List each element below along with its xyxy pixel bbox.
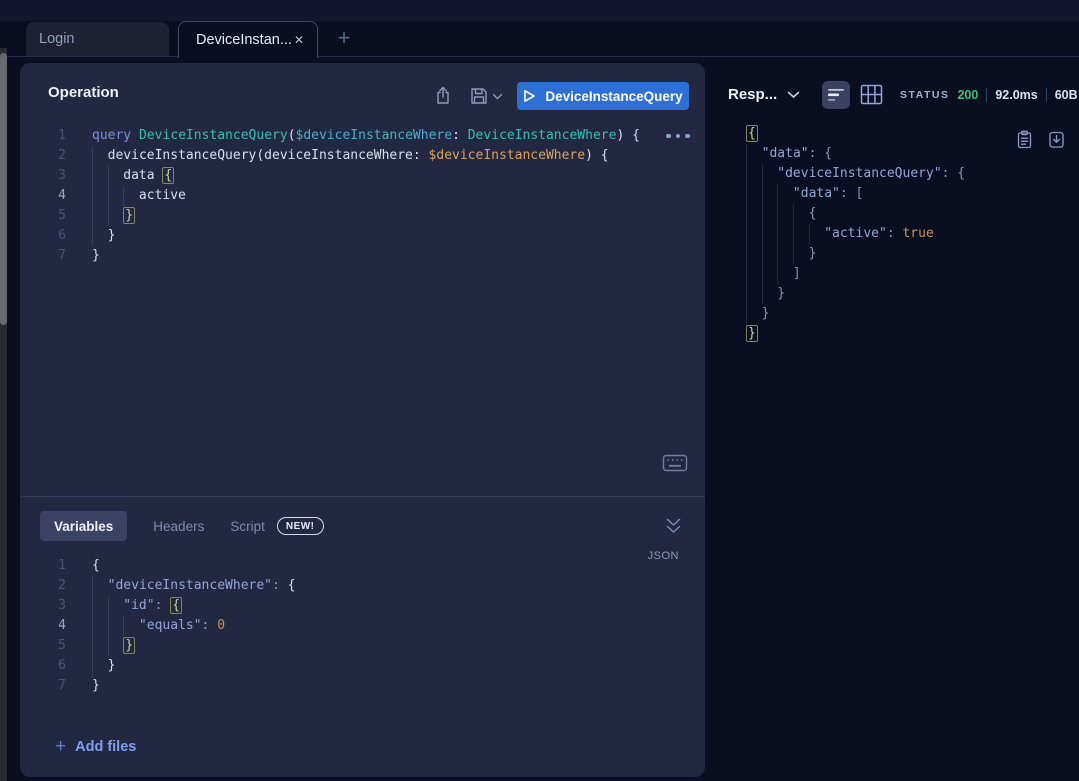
line-number: 6 xyxy=(20,226,66,246)
code-line: } xyxy=(740,324,1070,344)
share-button[interactable] xyxy=(434,86,452,105)
add-files-button[interactable]: + Add files xyxy=(55,737,136,756)
run-query-label: DeviceInstanceQuery xyxy=(545,89,682,104)
line-number: 7 xyxy=(20,246,66,266)
response-status-bar: STATUS 200 92.0ms 60B xyxy=(900,87,1078,103)
response-duration: 92.0ms xyxy=(995,88,1037,102)
run-query-button[interactable]: DeviceInstanceQuery xyxy=(517,82,689,110)
line-number: 2 xyxy=(20,146,66,166)
close-tab-icon[interactable]: ✕ xyxy=(292,31,306,49)
operation-editor[interactable]: 1query DeviceInstanceQuery($deviceInstan… xyxy=(20,126,705,266)
code-line: 2 "deviceInstanceWhere": { xyxy=(20,576,705,596)
line-number: 4 xyxy=(20,186,66,206)
line-number: 2 xyxy=(20,576,66,596)
line-number: 5 xyxy=(20,206,66,226)
keyboard-icon xyxy=(662,453,688,473)
chevron-down-icon xyxy=(492,93,503,101)
code-line: "data": [ xyxy=(740,184,1070,204)
code-line: 5 } xyxy=(20,636,705,656)
save-options-chevron[interactable] xyxy=(492,93,503,101)
tab-label: Login xyxy=(39,31,74,47)
code-line: 2 deviceInstanceQuery(deviceInstanceWher… xyxy=(20,146,705,166)
tab-variables[interactable]: Variables xyxy=(40,511,127,541)
code-line: { xyxy=(740,204,1070,224)
code-line: 3 "id": { xyxy=(20,596,705,616)
code-line: 6 } xyxy=(20,656,705,676)
code-line: "data": { xyxy=(740,144,1070,164)
scrollbar-thumb[interactable] xyxy=(0,53,7,325)
code-line: 1{ xyxy=(20,556,705,576)
line-number: 3 xyxy=(20,166,66,186)
line-number: 4 xyxy=(20,616,66,636)
line-number: 1 xyxy=(20,126,66,146)
code-line: 7} xyxy=(20,676,705,696)
variables-editor[interactable]: 1{2 "deviceInstanceWhere": {3 "id": {4 "… xyxy=(20,556,705,696)
response-size: 60B xyxy=(1055,88,1078,102)
status-label: STATUS xyxy=(900,89,949,101)
save-icon xyxy=(470,87,488,105)
response-title: Resp... xyxy=(728,86,777,103)
code-line: } xyxy=(740,284,1070,304)
table-view-button[interactable] xyxy=(860,84,883,105)
code-line: 4 "equals": 0 xyxy=(20,616,705,636)
tab-script[interactable]: Script xyxy=(230,519,265,534)
line-number: 7 xyxy=(20,676,66,696)
code-line: 1query DeviceInstanceQuery($deviceInstan… xyxy=(20,126,705,146)
operation-panel: Operation DeviceInstanceQuery 1query Dev… xyxy=(20,63,705,777)
window-top-strip xyxy=(0,0,1079,21)
code-line: 3 data { xyxy=(20,166,705,186)
code-line: ] xyxy=(740,264,1070,284)
status-separator xyxy=(986,88,987,102)
keyboard-shortcuts-button[interactable] xyxy=(662,453,688,473)
formatted-view-button[interactable] xyxy=(822,81,850,109)
add-files-label: Add files xyxy=(75,739,136,755)
line-number: 3 xyxy=(20,596,66,616)
panel-divider xyxy=(20,496,705,497)
code-line: 5 } xyxy=(20,206,705,226)
chevron-down-icon xyxy=(787,91,800,99)
table-icon xyxy=(860,84,883,105)
code-line: } xyxy=(740,244,1070,264)
code-line: } xyxy=(740,304,1070,324)
response-selector[interactable]: Resp... xyxy=(728,86,800,103)
status-code: 200 xyxy=(957,88,978,102)
request-tabs: Variables Headers Script NEW! xyxy=(40,510,324,542)
share-icon xyxy=(434,86,452,105)
response-viewer[interactable]: { "data": { "deviceInstanceQuery": { "da… xyxy=(740,124,1070,344)
line-number: 6 xyxy=(20,656,66,676)
code-line: "deviceInstanceQuery": { xyxy=(740,164,1070,184)
format-lines-icon xyxy=(826,87,846,103)
window-scrollbar[interactable] xyxy=(0,48,7,781)
tab-headers[interactable]: Headers xyxy=(153,519,204,534)
tab-device-instance-query[interactable]: DeviceInstan... ✕ xyxy=(178,21,318,58)
code-line: 6 } xyxy=(20,226,705,246)
code-line: { xyxy=(740,124,1070,144)
code-line: "active": true xyxy=(740,224,1070,244)
play-icon xyxy=(523,89,536,103)
status-separator xyxy=(1046,88,1047,102)
save-button[interactable] xyxy=(470,87,488,105)
new-tab-button[interactable]: + xyxy=(331,23,357,53)
line-number: 5 xyxy=(20,636,66,656)
double-chevron-down-icon xyxy=(665,518,682,534)
code-line: 4 active xyxy=(20,186,705,206)
new-badge: NEW! xyxy=(277,517,324,535)
tab-label: DeviceInstan... xyxy=(196,32,292,48)
tab-login[interactable]: Login xyxy=(26,22,169,56)
collapse-panel-button[interactable] xyxy=(665,518,682,534)
line-number: 1 xyxy=(20,556,66,576)
document-tab-bar: Login DeviceInstan... ✕ + xyxy=(0,21,1079,57)
plus-icon: + xyxy=(55,737,66,756)
operation-panel-title: Operation xyxy=(48,84,119,101)
code-line: 7} xyxy=(20,246,705,266)
